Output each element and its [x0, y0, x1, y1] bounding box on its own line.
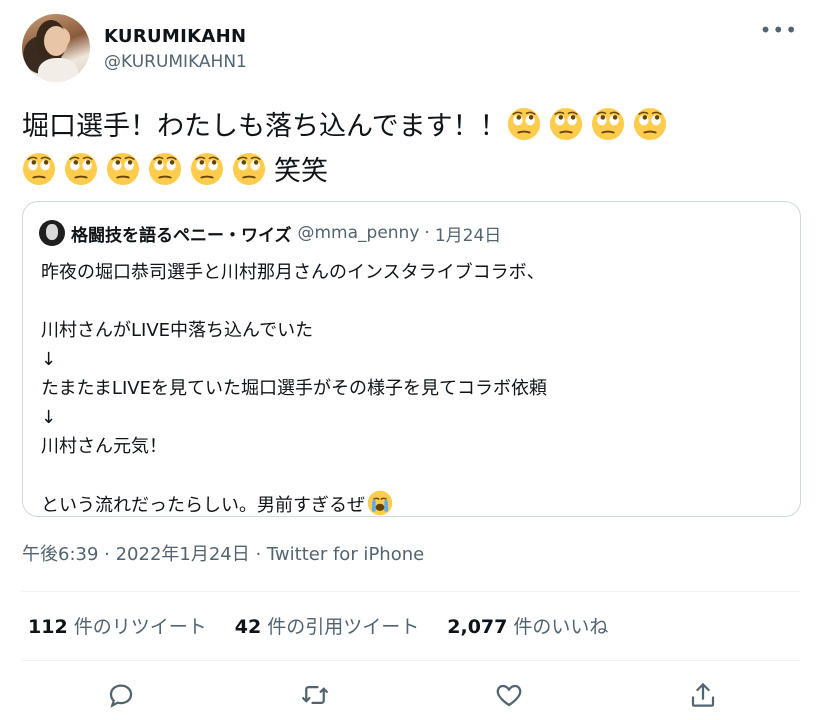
likes-label: 件のいいね [513, 616, 609, 638]
face-with-rolling-eyes-icon [106, 152, 140, 186]
quoted-line: ↓ [41, 349, 57, 370]
loudly-crying-face-icon [367, 490, 393, 516]
quoted-line: 川村さん元気！ [41, 436, 167, 457]
tweet-text-part1: 堀口選手！わたしも落ち込んでます！！ [22, 111, 507, 142]
more-icon[interactable]: ••• [760, 18, 798, 42]
retweets-stat[interactable]: 112 件のリツイート [28, 612, 207, 639]
face-with-rolling-eyes-icon [549, 107, 582, 141]
tweet-actions [22, 670, 801, 720]
avatar-shirt [38, 58, 78, 82]
retweets-label: 件のリツイート [73, 616, 207, 638]
quotes-label: 件の引用ツイート [267, 616, 420, 638]
tweet-line-2: 笑笑 [22, 149, 792, 194]
tweet-text-part2: 笑笑 [274, 156, 328, 187]
tweet-stats: 112 件のリツイート 42 件の引用ツイート 2,077 件のいいね [28, 612, 636, 639]
quoted-line: 川村さんがLIVE中落ち込んでいた [41, 320, 314, 341]
divider [22, 660, 801, 661]
face-with-rolling-eyes-icon [22, 152, 56, 186]
quoted-line [41, 287, 791, 316]
quoted-display-name: 格闘技を語るペニー・ワイズ [71, 225, 292, 246]
likes-stat[interactable]: 2,077 件のいいね [447, 612, 608, 639]
likes-count: 2,077 [447, 616, 508, 638]
reply-icon[interactable] [106, 680, 136, 710]
display-name[interactable]: KURUMIKAHN [104, 26, 246, 47]
quoted-separator: · [424, 223, 430, 243]
quoted-tweet-body: 昨夜の堀口恭司選手と川村那月さんのインスタライブコラボ、 川村さんがLIVE中落… [41, 258, 791, 519]
face-with-rolling-eyes-icon [190, 152, 224, 186]
quoted-line-last: という流れだったらしい。男前すぎるぜ [41, 490, 791, 519]
emoji-group-2 [22, 152, 274, 187]
emoji-group-1 [507, 107, 675, 142]
quoted-line: ↓ [41, 407, 57, 428]
quoted-line: たまたまLIVEを見ていた堀口選手がその様子を見てコラボ依頼 [41, 378, 547, 399]
divider [22, 591, 801, 592]
face-with-rolling-eyes-icon [148, 152, 182, 186]
quoted-line: 昨夜の堀口恭司選手と川村那月さんのインスタライブコラボ、 [41, 262, 545, 283]
retweet-icon[interactable] [300, 680, 330, 710]
quoted-date: 1月24日 [434, 225, 502, 246]
retweets-count: 112 [28, 616, 68, 638]
quoted-avatar [39, 220, 65, 246]
face-with-rolling-eyes-icon [507, 107, 540, 141]
quotes-count: 42 [234, 616, 262, 638]
tweet-timestamp[interactable]: 午後6:39 · 2022年1月24日 · Twitter for iPhone [22, 540, 424, 566]
user-handle[interactable]: @KURUMIKAHN1 [104, 52, 247, 72]
face-with-rolling-eyes-icon [64, 152, 98, 186]
avatar[interactable] [22, 14, 90, 82]
quoted-line [41, 461, 791, 490]
heart-icon[interactable] [494, 680, 524, 710]
tweet-header: KURUMIKAHN @KURUMIKAHN1 ••• [22, 14, 802, 82]
share-icon[interactable] [688, 680, 718, 710]
tweet-line-1: 堀口選手！わたしも落ち込んでます！！ [22, 104, 792, 149]
quoted-line-text: という流れだったらしい。男前すぎるぜ [41, 495, 365, 516]
face-with-rolling-eyes-icon [232, 152, 266, 186]
quoted-tweet-header: 格闘技を語るペニー・ワイズ @mma_penny · 1月24日 [39, 220, 506, 246]
avatar-face [44, 26, 68, 56]
face-with-rolling-eyes-icon [633, 107, 666, 141]
quoted-tweet[interactable]: 格闘技を語るペニー・ワイズ @mma_penny · 1月24日 昨夜の堀口恭司… [22, 201, 801, 517]
quoted-handle: @mma_penny [297, 223, 420, 243]
tweet-text: 堀口選手！わたしも落ち込んでます！！ 笑笑 [22, 104, 792, 194]
quotes-stat[interactable]: 42 件の引用ツイート [235, 612, 420, 639]
face-with-rolling-eyes-icon [591, 107, 624, 141]
